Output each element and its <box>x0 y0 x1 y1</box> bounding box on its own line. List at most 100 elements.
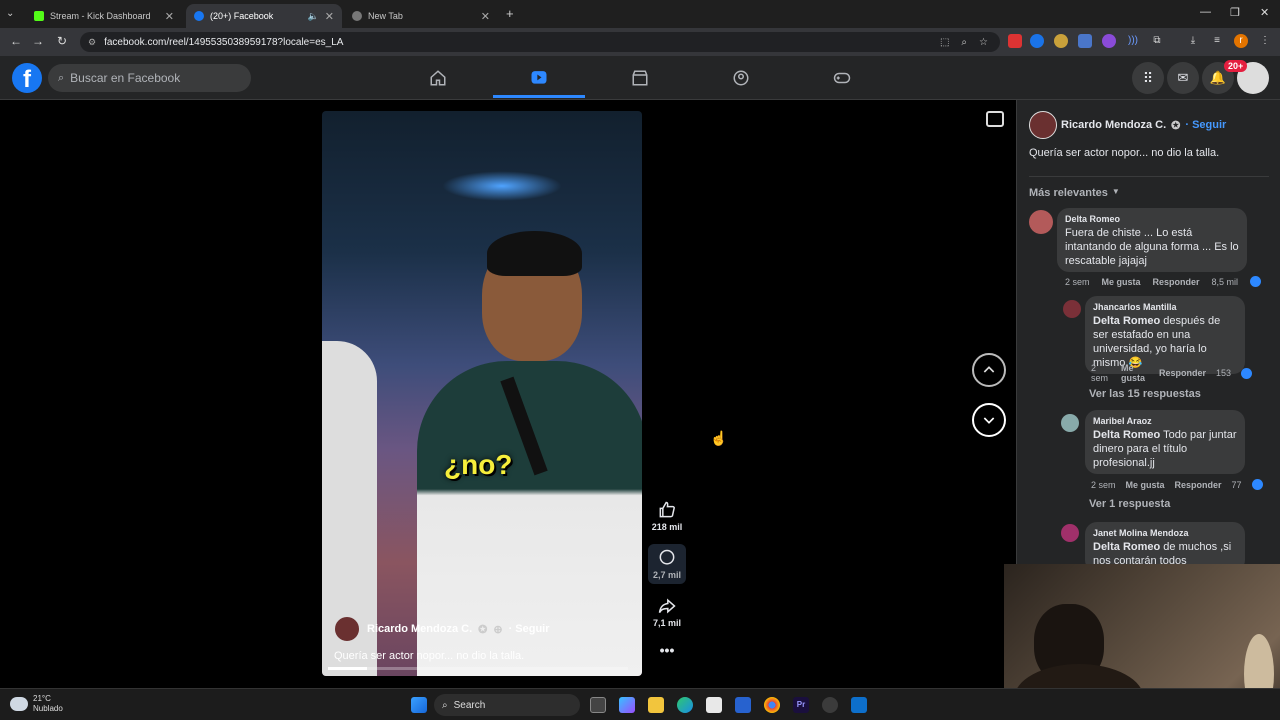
author-name[interactable]: Ricardo Mendoza C. <box>367 623 472 636</box>
close-window-button[interactable]: ✕ <box>1260 6 1269 19</box>
zoom-icon[interactable]: ⌕ <box>961 37 967 48</box>
edge-icon[interactable] <box>677 697 693 713</box>
like-link[interactable]: Me gusta <box>1102 277 1141 287</box>
comment-time[interactable]: 2 sem <box>1091 363 1111 383</box>
install-app-icon[interactable]: ⬚ <box>940 37 949 48</box>
minimize-button[interactable]: — <box>1200 6 1211 18</box>
like-button[interactable]: 218 mil <box>648 500 686 532</box>
thumbs-up-icon <box>659 501 675 518</box>
url-text: facebook.com/reel/1495535038959178?local… <box>104 36 344 48</box>
collapse-panel-icon[interactable] <box>986 111 1004 127</box>
author-avatar[interactable] <box>1029 111 1057 139</box>
nav-home[interactable] <box>392 58 484 98</box>
panel-follow-link[interactable]: · Seguir <box>1185 119 1226 132</box>
previous-reel-button[interactable] <box>972 353 1006 387</box>
commenter-name[interactable]: Janet Molina Mendoza <box>1093 526 1237 540</box>
commenter-name[interactable]: Maribel Araoz <box>1093 414 1237 428</box>
nav-reels[interactable] <box>493 58 585 98</box>
search-input[interactable] <box>70 71 231 85</box>
copilot-icon[interactable] <box>619 697 635 713</box>
commenter-name[interactable]: Delta Romeo <box>1065 212 1239 226</box>
close-icon[interactable]: ✕ <box>325 10 334 23</box>
mention-link[interactable]: Delta Romeo <box>1093 541 1160 553</box>
reload-button[interactable]: ↻ <box>50 34 74 48</box>
obs-icon[interactable] <box>822 697 838 713</box>
author-avatar[interactable] <box>334 616 360 642</box>
reply-link[interactable]: Responder <box>1153 277 1200 287</box>
sort-dropdown[interactable]: Más relevantes ▼ <box>1029 187 1120 199</box>
like-link[interactable]: Me gusta <box>1126 480 1165 490</box>
app-icon[interactable] <box>735 697 751 713</box>
commenter-avatar[interactable] <box>1029 210 1053 234</box>
reply-link[interactable]: Responder <box>1175 480 1222 490</box>
reading-list-icon[interactable]: ≡ <box>1210 34 1224 48</box>
bookmark-star-icon[interactable]: ☆ <box>979 37 988 48</box>
like-link[interactable]: Me gusta <box>1121 363 1149 383</box>
reply-link[interactable]: Responder <box>1159 368 1206 378</box>
download-icon[interactable]: ⤓ <box>1186 34 1200 48</box>
chrome-icon[interactable] <box>764 697 780 713</box>
nav-gaming[interactable] <box>796 58 888 98</box>
extension-icon[interactable]: ))) <box>1126 34 1140 48</box>
view-replies-link[interactable]: Ver las 15 respuestas <box>1089 388 1201 400</box>
search-box[interactable]: ⌕ <box>48 64 251 92</box>
reel-video[interactable]: ¿no? Ricardo Mendoza C. ✪ ⊕ · Seguir Que… <box>322 111 642 676</box>
maximize-button[interactable]: ❐ <box>1230 6 1240 19</box>
notification-badge: 20+ <box>1224 60 1248 72</box>
address-bar[interactable]: ⚙ facebook.com/reel/1495535038959178?loc… <box>80 32 1000 52</box>
caret-down-icon: ▼ <box>1111 187 1120 196</box>
file-explorer-icon[interactable] <box>648 697 664 713</box>
taskbar-search[interactable]: ⌕ Search <box>434 694 580 716</box>
task-view-icon[interactable] <box>590 697 606 713</box>
like-count: 218 mil <box>651 522 683 532</box>
site-info-icon[interactable]: ⚙ <box>88 37 96 48</box>
view-replies-link[interactable]: Ver 1 respuesta <box>1089 498 1170 510</box>
vscode-icon[interactable] <box>851 697 867 713</box>
comment-time[interactable]: 2 sem <box>1065 277 1090 287</box>
mention-link[interactable]: Delta Romeo <box>1093 315 1160 327</box>
nav-groups[interactable] <box>695 58 787 98</box>
extension-icon[interactable] <box>1030 34 1044 48</box>
extension-icon[interactable] <box>1102 34 1116 48</box>
tab-search-icon[interactable]: ⌄ <box>6 8 14 19</box>
commenter-avatar[interactable] <box>1061 414 1079 432</box>
close-icon[interactable]: ✕ <box>481 10 490 23</box>
video-caption: ¿no? <box>444 449 513 480</box>
commenter-avatar[interactable] <box>1061 524 1079 542</box>
video-progress-bar[interactable] <box>328 667 628 670</box>
comment-time[interactable]: 2 sem <box>1091 480 1116 490</box>
tab-new-tab[interactable]: New Tab ✕ <box>344 4 498 28</box>
puzzle-icon[interactable]: ⧉ <box>1150 34 1164 48</box>
more-options-button[interactable]: ••• <box>648 642 686 658</box>
weather-widget[interactable]: 21°C Nublado <box>33 694 63 714</box>
messenger-button[interactable]: ✉ <box>1167 62 1199 94</box>
forward-button[interactable]: → <box>26 34 50 48</box>
tab-kick[interactable]: Stream - Kick Dashboard ✕ <box>26 4 182 28</box>
back-button[interactable]: ← <box>4 34 28 48</box>
mention-link[interactable]: Delta Romeo <box>1093 429 1160 441</box>
profile-avatar[interactable]: r <box>1234 34 1248 48</box>
tab-facebook[interactable]: (20+) Facebook 🔈 ✕ <box>186 4 342 28</box>
panel-author-name[interactable]: Ricardo Mendoza C. <box>1061 119 1166 132</box>
menu-grid-button[interactable]: ⠿ <box>1132 62 1164 94</box>
close-icon[interactable]: ✕ <box>165 10 174 23</box>
store-icon[interactable] <box>706 697 722 713</box>
grid-icon: ⠿ <box>1142 69 1154 86</box>
commenter-avatar[interactable] <box>1063 300 1081 318</box>
menu-dots-icon[interactable]: ⋮ <box>1258 34 1272 48</box>
comment-button[interactable]: 2,7 mil <box>648 544 686 584</box>
new-tab-button[interactable]: + <box>506 6 514 21</box>
share-button[interactable]: 7,1 mil <box>648 596 686 628</box>
extension-icon[interactable] <box>1008 34 1022 48</box>
extension-icon[interactable] <box>1078 34 1092 48</box>
windows-start-icon[interactable] <box>411 697 427 713</box>
facebook-logo[interactable]: f <box>12 63 42 93</box>
gamepad-icon <box>833 72 851 84</box>
speaker-icon[interactable]: 🔈 <box>308 11 319 22</box>
follow-link[interactable]: · Seguir <box>509 623 550 636</box>
extension-icon[interactable] <box>1054 34 1068 48</box>
premiere-icon[interactable]: Pr <box>793 697 809 713</box>
commenter-name[interactable]: Jhancarlos Mantilla <box>1093 300 1237 314</box>
nav-marketplace[interactable] <box>594 58 686 98</box>
next-reel-button[interactable] <box>972 403 1006 437</box>
